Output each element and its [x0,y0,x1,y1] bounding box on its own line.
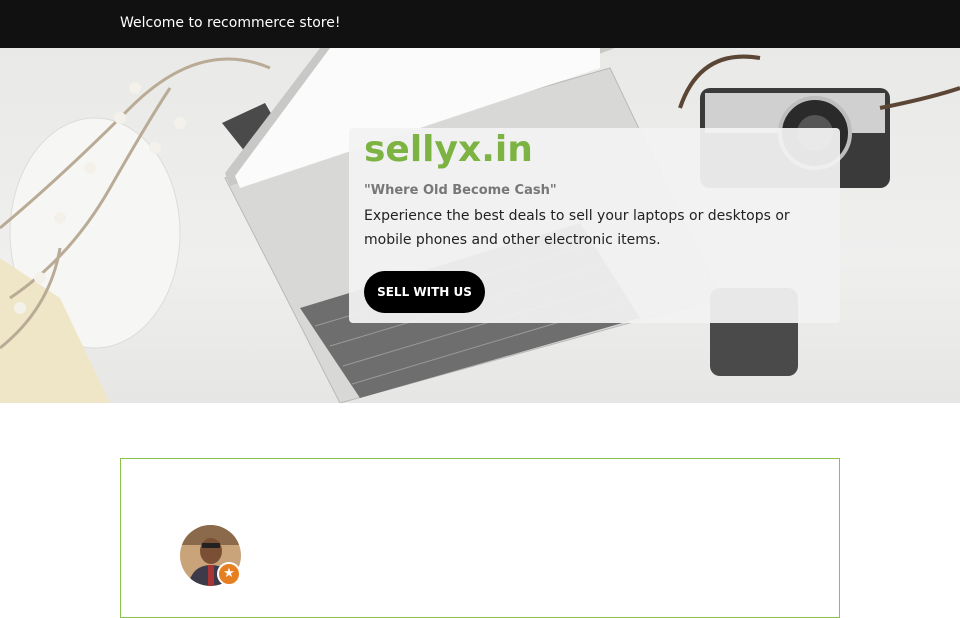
hero-card: sellyx.in "Where Old Become Cash" Experi… [349,128,840,323]
sell-with-us-button[interactable]: SELL WITH US [364,271,485,313]
hero-banner: sellyx.in "Where Old Become Cash" Experi… [0,48,960,403]
hero-description: Experience the best deals to sell your l… [364,208,790,248]
welcome-text: Welcome to recommerce store! [120,15,341,31]
brand-tagline: "Where Old Become Cash" [364,183,557,198]
star-icon: ★ [217,562,241,586]
brand-title: sellyx.in [364,129,533,170]
top-bar: Welcome to recommerce store! [0,0,960,48]
